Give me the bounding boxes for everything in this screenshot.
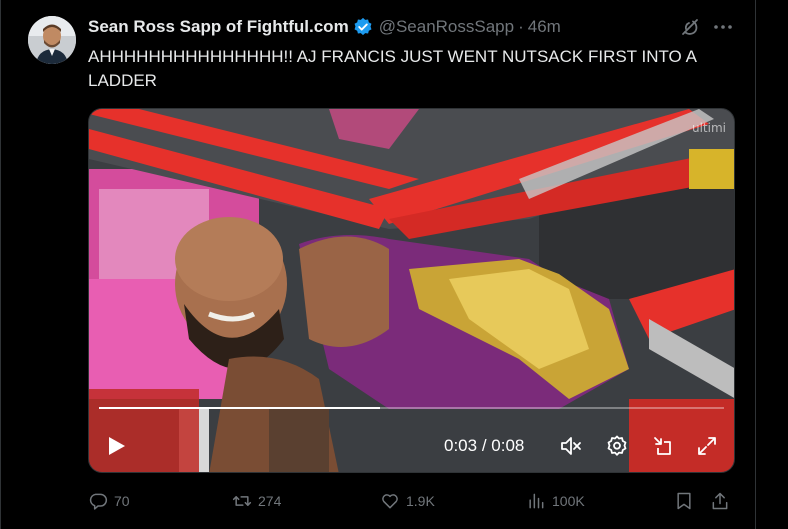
like-button[interactable]: 1.9K bbox=[380, 488, 435, 514]
minimize-icon[interactable] bbox=[651, 434, 675, 458]
video-frame bbox=[89, 109, 734, 472]
verified-badge-icon bbox=[353, 17, 373, 37]
reply-button[interactable]: 70 bbox=[88, 488, 130, 514]
tweet-actions: 70 274 1.9K 100K bbox=[88, 488, 738, 514]
video-progress-fill bbox=[99, 407, 381, 409]
like-count: 1.9K bbox=[406, 493, 435, 509]
video-time-separator: / bbox=[477, 436, 492, 455]
author-handle[interactable]: @SeanRossSapp bbox=[379, 17, 514, 37]
timeline-border-right bbox=[755, 0, 756, 529]
video-time-readout: 0:03 / 0:08 bbox=[444, 435, 524, 457]
settings-icon[interactable] bbox=[605, 434, 629, 458]
volume-icon[interactable] bbox=[559, 434, 583, 458]
views-button[interactable]: 100K bbox=[526, 488, 585, 514]
video-player[interactable]: ultimi 0:03 / 0:08 bbox=[88, 108, 735, 473]
video-progress-bar[interactable] bbox=[99, 407, 724, 409]
separator-dot: · bbox=[518, 17, 524, 36]
repost-count: 274 bbox=[258, 493, 282, 509]
more-icon[interactable] bbox=[712, 17, 734, 37]
share-button[interactable] bbox=[710, 491, 730, 511]
reply-icon bbox=[89, 493, 108, 510]
repost-button[interactable]: 274 bbox=[232, 488, 281, 514]
post-time[interactable]: 46m bbox=[528, 17, 561, 37]
grok-icon[interactable] bbox=[680, 17, 700, 37]
timeline-border-left bbox=[0, 0, 1, 529]
bookmark-icon bbox=[677, 492, 691, 510]
views-count: 100K bbox=[552, 493, 585, 509]
video-watermark: ultimi bbox=[691, 121, 726, 135]
tweet-header: Sean Ross Sapp of Fightful.com @SeanRoss… bbox=[88, 14, 561, 40]
fullscreen-icon[interactable] bbox=[695, 434, 719, 458]
play-icon[interactable] bbox=[105, 435, 127, 457]
reply-count: 70 bbox=[114, 493, 130, 509]
bookmark-button[interactable] bbox=[674, 491, 694, 511]
tweet-text: AHHHHHHHHHHHHHHH!! AJ FRANCIS JUST WENT … bbox=[88, 47, 696, 90]
video-duration: 0:08 bbox=[491, 436, 525, 455]
share-icon bbox=[712, 492, 728, 510]
avatar[interactable] bbox=[28, 16, 76, 64]
like-icon bbox=[382, 494, 398, 509]
video-current-time: 0:03 bbox=[444, 436, 478, 455]
repost-icon bbox=[232, 496, 252, 506]
author-display-name[interactable]: Sean Ross Sapp of Fightful.com bbox=[88, 17, 349, 37]
views-icon bbox=[529, 493, 544, 509]
